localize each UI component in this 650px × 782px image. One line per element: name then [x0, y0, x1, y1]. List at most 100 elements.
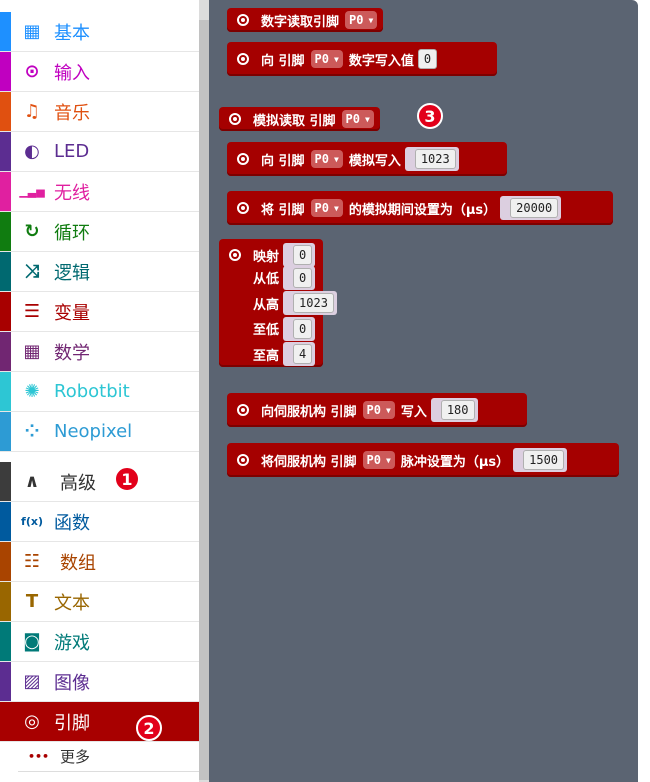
more-item[interactable]: ••• 更多 — [18, 742, 199, 772]
category-label: Robotbit — [54, 381, 130, 402]
category-color-bar — [0, 702, 11, 741]
value-input[interactable]: 180 — [440, 400, 475, 420]
analog-period-block[interactable]: 将 引脚 P0 ▼ 的模拟期间设置为（µs） 20000 — [227, 191, 613, 225]
category-color-bar — [0, 542, 11, 581]
analog-write-block[interactable]: 向 引脚 P0 ▼ 模拟写入 1023 — [227, 142, 507, 176]
category-item[interactable]: ↻ 循环 — [0, 212, 199, 252]
function-icon: f(x) — [21, 515, 43, 528]
category-item[interactable]: ⤨ 逻辑 — [0, 252, 199, 292]
category-item-selected[interactable]: ◎ 引脚 — [0, 702, 199, 742]
list-numbered-icon: ☷ — [23, 551, 41, 572]
category-item[interactable]: ▦ 数学 — [0, 332, 199, 372]
block-label: 至低 — [253, 323, 280, 339]
number-slot: 0 — [283, 316, 316, 341]
pin-icon — [237, 202, 249, 214]
annotation-badge-3: 3 — [417, 103, 443, 129]
advanced-toggle[interactable]: ∧ 高级 — [0, 462, 199, 502]
block-label: 向 引脚 — [261, 53, 305, 69]
more-label: 更多 — [60, 748, 91, 766]
category-item[interactable]: ☰ 变量 — [0, 292, 199, 332]
block-label: 脉冲设置为（µs） — [400, 454, 510, 470]
advanced-category-item[interactable]: ▨ 图像 — [0, 662, 199, 702]
pin-dropdown[interactable]: P0 ▼ — [310, 50, 343, 68]
block-label: 将伺服机构 引脚 — [261, 454, 357, 470]
category-label: 无线 — [54, 182, 90, 204]
block-label: 写入 — [400, 404, 427, 420]
category-item[interactable]: ✺ Robotbit — [0, 372, 199, 412]
category-label: 数组 — [60, 552, 96, 574]
pin-dropdown[interactable]: P0 ▼ — [341, 110, 374, 128]
number-slot: 4 — [283, 342, 316, 367]
value-input[interactable]: 0 — [417, 49, 438, 69]
block-label: 从高 — [253, 297, 280, 313]
category-label: 基本 — [54, 22, 90, 44]
block-label: 数字读取引脚 — [261, 14, 340, 30]
chevron-up-icon: ∧ — [24, 471, 40, 492]
value-input[interactable]: 0 — [293, 245, 313, 265]
toolbox-scrollbar-thumb[interactable] — [199, 20, 209, 780]
category-color-bar — [0, 582, 11, 621]
category-color-bar — [0, 662, 11, 701]
servo-pulse-block[interactable]: 将伺服机构 引脚 P0 ▼ 脉冲设置为（µs） 1500 — [227, 443, 619, 477]
annotation-badge-2: 2 — [136, 715, 162, 741]
text-icon: T — [25, 591, 39, 612]
advanced-category-item[interactable]: f(x) 函数 — [0, 502, 199, 542]
category-color-bar — [0, 332, 11, 371]
category-color-bar — [0, 462, 11, 501]
value-input[interactable]: 1023 — [293, 293, 334, 314]
category-item[interactable]: ▁▃▅ 无线 — [0, 172, 199, 212]
image-icon: ▨ — [23, 671, 41, 692]
category-color-bar — [0, 212, 11, 251]
category-label: 图像 — [54, 672, 90, 694]
map-block[interactable]: 映射 0 从低 0 从高 1023 至低 0 至高 4 — [219, 239, 337, 367]
block-label: 的模拟期间设置为（µs） — [348, 202, 497, 218]
category-label: 游戏 — [54, 632, 90, 654]
toolbox-sidebar: ▦ 基本 ⊙ 输入 ♫ 音乐 ◐ LED ▁▃▅ 无线 ↻ 循环 ⤨ 逻辑 ☰ 变量 ▦ 数学 ✺ Robotbit ⁘… — [0, 0, 199, 782]
digital-read-block[interactable]: 数字读取引脚 P0 ▼ — [227, 8, 384, 32]
pin-dropdown[interactable]: P0 ▼ — [310, 199, 343, 217]
pin-icon — [237, 454, 249, 466]
value-input[interactable]: 1500 — [523, 450, 565, 470]
value-input[interactable]: 0 — [293, 318, 313, 339]
category-label: 循环 — [54, 222, 90, 244]
advanced-category-item[interactable]: ◙ 游戏 — [0, 622, 199, 662]
block-label: 从低 — [253, 272, 280, 288]
category-label: Neopixel — [54, 421, 133, 442]
category-item[interactable]: ⁘ Neopixel — [0, 412, 199, 452]
block-label: 至高 — [253, 348, 280, 364]
number-slot: 1500 — [513, 448, 568, 472]
number-slot: 1023 — [283, 291, 337, 316]
pin-dropdown[interactable]: P0 ▼ — [362, 451, 395, 469]
pin-dropdown[interactable]: P0 ▼ — [345, 11, 378, 29]
analog-read-block[interactable]: 模拟读取 引脚 P0 ▼ — [219, 107, 380, 131]
block-label: 模拟读取 引脚 — [253, 113, 336, 129]
digital-write-block[interactable]: 向 引脚 P0 ▼ 数字写入值 0 — [227, 42, 497, 76]
value-input[interactable]: 20000 — [510, 198, 559, 218]
number-slot: 0 — [283, 265, 316, 290]
category-item[interactable]: ♫ 音乐 — [0, 92, 199, 132]
category-label: 变量 — [54, 302, 90, 324]
signal-bars-icon: ▁▃▅ — [19, 185, 45, 198]
value-input[interactable]: 4 — [293, 344, 313, 365]
advanced-category-item[interactable]: ☷ 数组 — [0, 542, 199, 582]
category-label: 逻辑 — [54, 262, 90, 284]
category-label: 数学 — [54, 342, 90, 364]
category-color-bar — [0, 52, 11, 91]
pin-dropdown[interactable]: P0 ▼ — [310, 150, 343, 168]
number-slot: 20000 — [500, 196, 562, 220]
category-label: 高级 — [60, 472, 96, 494]
value-input[interactable]: 0 — [293, 267, 313, 288]
calculator-icon: ▦ — [23, 341, 41, 362]
value-input[interactable]: 1023 — [414, 149, 456, 169]
category-color-bar — [0, 372, 11, 411]
pin-icon: ◎ — [24, 711, 40, 732]
category-item[interactable]: ◐ LED — [0, 132, 199, 172]
category-item[interactable]: ⊙ 输入 — [0, 52, 199, 92]
category-item[interactable]: ▦ 基本 — [0, 12, 199, 52]
pin-dropdown[interactable]: P0 ▼ — [362, 401, 395, 419]
advanced-category-item[interactable]: T 文本 — [0, 582, 199, 622]
servo-write-block[interactable]: 向伺服机构 引脚 P0 ▼ 写入 180 — [227, 393, 527, 427]
category-color-bar — [0, 92, 11, 131]
rebel-icon: ✺ — [24, 381, 40, 402]
category-label: 音乐 — [54, 102, 90, 124]
